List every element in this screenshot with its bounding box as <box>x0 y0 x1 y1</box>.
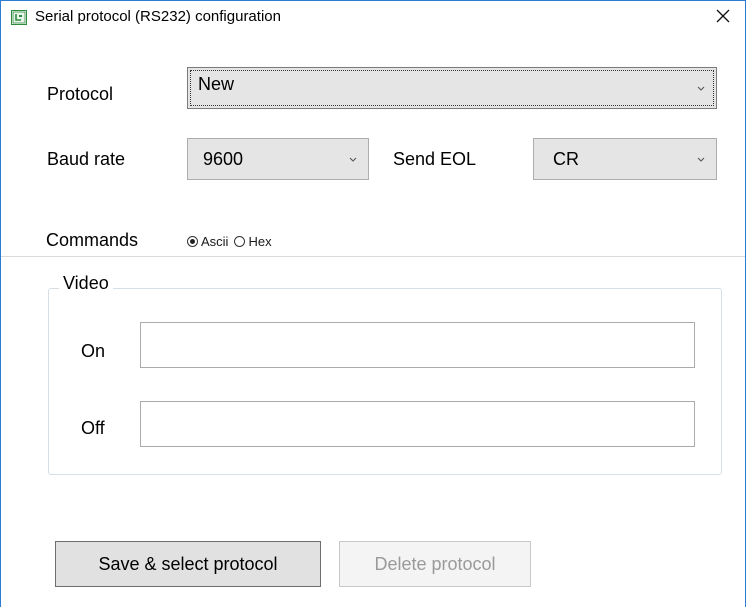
save-select-protocol-label: Save & select protocol <box>98 553 278 574</box>
protocol-select[interactable]: New <box>187 67 717 109</box>
protocol-label: Protocol <box>47 84 114 104</box>
save-select-protocol-button[interactable]: Save & select protocol <box>55 541 321 587</box>
video-group-legend: Video <box>59 273 113 294</box>
protocol-value: New <box>198 73 235 94</box>
close-button[interactable] <box>701 1 745 31</box>
video-on-label: On <box>81 341 106 361</box>
section-divider <box>1 256 745 257</box>
dialog-window: Serial protocol (RS232) configuration Pr… <box>0 0 746 607</box>
delete-protocol-label: Delete protocol <box>374 553 496 574</box>
radio-ascii[interactable]: Ascii <box>187 234 228 249</box>
radio-hex-label: Hex <box>248 234 272 249</box>
delete-protocol-button[interactable]: Delete protocol <box>339 541 531 587</box>
send-eol-value: CR <box>553 148 579 169</box>
baud-rate-select[interactable]: 9600 <box>187 138 369 180</box>
send-eol-label: Send EOL <box>393 149 477 169</box>
send-eol-select[interactable]: CR <box>533 138 717 180</box>
chevron-down-icon <box>697 157 705 162</box>
radio-unchecked-icon <box>234 236 246 247</box>
app-icon <box>11 10 27 25</box>
window-title: Serial protocol (RS232) configuration <box>35 8 281 25</box>
radio-checked-icon <box>187 236 198 247</box>
chevron-down-icon <box>697 86 705 91</box>
chevron-down-icon <box>349 157 357 162</box>
commands-format-radio-group: Ascii Hex <box>187 234 278 249</box>
focus-ring <box>190 70 714 106</box>
radio-hex[interactable]: Hex <box>234 234 272 249</box>
close-icon <box>716 9 730 23</box>
video-on-input[interactable] <box>140 322 695 368</box>
commands-label: Commands <box>46 230 139 250</box>
baud-rate-label: Baud rate <box>47 149 126 169</box>
radio-ascii-label: Ascii <box>201 234 229 249</box>
baud-rate-value: 9600 <box>203 148 244 169</box>
title-bar[interactable]: Serial protocol (RS232) configuration <box>1 1 745 31</box>
video-off-input[interactable] <box>140 401 695 447</box>
video-off-label: Off <box>81 418 105 438</box>
